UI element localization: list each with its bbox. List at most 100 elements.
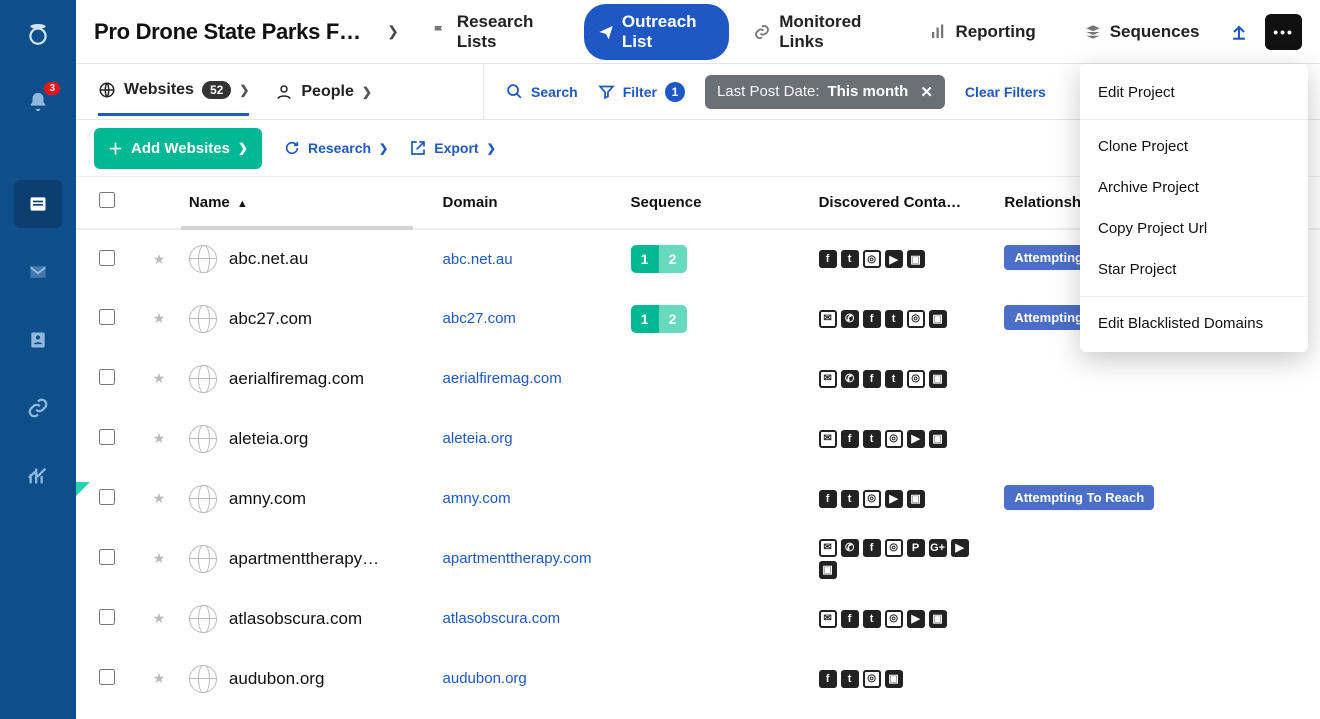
row-checkbox[interactable] (99, 309, 115, 325)
mail-icon[interactable]: ✉ (819, 310, 837, 328)
tv-icon[interactable]: ▣ (929, 430, 947, 448)
tw-icon[interactable]: t (841, 670, 859, 688)
select-all-checkbox[interactable] (99, 192, 115, 208)
domain-link[interactable]: aerialfiremag.com (443, 370, 562, 387)
project-title[interactable]: Pro Drone State Parks From … (94, 19, 369, 45)
fb-icon[interactable]: f (841, 610, 859, 628)
fb-icon[interactable]: f (841, 430, 859, 448)
ig-icon[interactable]: ◎ (885, 430, 903, 448)
search-button[interactable]: Search (506, 83, 578, 100)
fb-icon[interactable]: f (819, 490, 837, 508)
star-icon[interactable]: ★ (153, 251, 166, 267)
menu-edit-blacklist[interactable]: Edit Blacklisted Domains (1080, 303, 1308, 344)
filter-button[interactable]: Filter 1 (598, 82, 685, 102)
add-websites-button[interactable]: ＋ Add Websites ❯ (94, 128, 262, 169)
ig-icon[interactable]: ◎ (885, 539, 903, 557)
table-row[interactable]: ★amny.comamny.comft◎▶▣Attempting To Reac… (76, 469, 1320, 529)
notifications-icon[interactable]: 3 (14, 78, 62, 126)
star-icon[interactable]: ★ (153, 430, 166, 446)
relationship-stage-badge[interactable]: Attempting To Reach (1004, 485, 1154, 510)
ig-icon[interactable]: ◎ (885, 610, 903, 628)
star-icon[interactable]: ★ (153, 310, 166, 326)
table-row[interactable]: ★apartmenttherapy…apartmenttherapy.com✉✆… (76, 529, 1320, 589)
menu-copy-url[interactable]: Copy Project Url (1080, 208, 1308, 249)
ig-icon[interactable]: ◎ (863, 670, 881, 688)
yt-icon[interactable]: ▶ (885, 250, 903, 268)
row-checkbox[interactable] (99, 609, 115, 625)
tv-icon[interactable]: ▣ (819, 561, 837, 579)
table-row[interactable]: ★atlasobscura.comatlasobscura.com✉ft◎▶▣ (76, 589, 1320, 649)
export-menu[interactable]: Export ❯ (410, 140, 496, 156)
nav-sequences[interactable]: Sequences (1070, 14, 1214, 50)
ig-icon[interactable]: ◎ (863, 490, 881, 508)
app-logo[interactable] (14, 10, 62, 58)
menu-archive-project[interactable]: Archive Project (1080, 167, 1308, 208)
rail-item-links[interactable] (14, 384, 62, 432)
rail-item-contacts[interactable] (14, 316, 62, 364)
fb-icon[interactable]: f (863, 370, 881, 388)
yt-icon[interactable]: ▶ (951, 539, 969, 557)
domain-link[interactable]: amny.com (443, 490, 511, 507)
table-row[interactable]: ★aleteia.orgaleteia.org✉ft◎▶▣ (76, 409, 1320, 469)
clear-filters[interactable]: Clear Filters (965, 84, 1046, 100)
tw-icon[interactable]: t (841, 250, 859, 268)
ig-icon[interactable]: ◎ (863, 250, 881, 268)
domain-link[interactable]: atlasobscura.com (443, 610, 561, 627)
rail-item-projects[interactable] (14, 180, 62, 228)
menu-clone-project[interactable]: Clone Project (1080, 126, 1308, 167)
yt-icon[interactable]: ▶ (885, 490, 903, 508)
menu-star-project[interactable]: Star Project (1080, 249, 1308, 290)
domain-link[interactable]: abc.net.au (443, 251, 513, 268)
upload-icon[interactable] (1223, 14, 1255, 50)
star-icon[interactable]: ★ (153, 550, 166, 566)
menu-edit-project[interactable]: Edit Project (1080, 72, 1308, 113)
gp-icon[interactable]: G+ (929, 539, 947, 557)
nav-reporting[interactable]: Reporting (915, 14, 1049, 50)
col-header-contacts[interactable]: Discovered Conta… (811, 177, 997, 229)
tw-icon[interactable]: t (863, 430, 881, 448)
mail-icon[interactable]: ✉ (819, 539, 837, 557)
mail-icon[interactable]: ✉ (819, 610, 837, 628)
nav-monitored-links[interactable]: Monitored Links (739, 4, 905, 60)
domain-link[interactable]: audubon.org (443, 670, 527, 687)
sequence-badges[interactable]: 12 (631, 245, 803, 273)
sequence-badges[interactable]: 12 (631, 305, 803, 333)
pin-icon[interactable]: P (907, 539, 925, 557)
tv-icon[interactable]: ▣ (929, 610, 947, 628)
tw-icon[interactable]: t (841, 490, 859, 508)
chip-close-icon[interactable]: ✕ (920, 83, 933, 101)
row-checkbox[interactable] (99, 369, 115, 385)
star-icon[interactable]: ★ (153, 490, 166, 506)
tw-icon[interactable]: t (885, 370, 903, 388)
tv-icon[interactable]: ▣ (885, 670, 903, 688)
tv-icon[interactable]: ▣ (907, 490, 925, 508)
nav-research-lists[interactable]: Research Lists (417, 4, 574, 60)
filter-chip-last-post-date[interactable]: Last Post Date: This month ✕ (705, 75, 945, 109)
col-header-sequence[interactable]: Sequence (623, 177, 811, 229)
fb-icon[interactable]: f (863, 310, 881, 328)
col-header-name[interactable]: Name ▲ (181, 177, 435, 229)
tv-icon[interactable]: ▣ (907, 250, 925, 268)
row-checkbox[interactable] (99, 250, 115, 266)
ig-icon[interactable]: ◎ (907, 370, 925, 388)
table-row[interactable]: ★audubon.orgaudubon.orgft◎▣ (76, 649, 1320, 709)
yt-icon[interactable]: ▶ (907, 610, 925, 628)
star-icon[interactable]: ★ (153, 670, 166, 686)
domain-link[interactable]: apartmenttherapy.com (443, 550, 592, 567)
nav-outreach-list[interactable]: Outreach List (584, 4, 729, 60)
row-checkbox[interactable] (99, 429, 115, 445)
star-icon[interactable]: ★ (153, 610, 166, 626)
more-menu-button[interactable]: ••• (1265, 14, 1302, 50)
ig-icon[interactable]: ◎ (907, 310, 925, 328)
col-header-domain[interactable]: Domain (435, 177, 623, 229)
table-row[interactable]: ★aerialfiremag.comaerialfiremag.com✉✆ft◎… (76, 349, 1320, 409)
tv-icon[interactable]: ▣ (929, 310, 947, 328)
tab-websites[interactable]: Websites 52 ❯ (98, 67, 249, 116)
phone-icon[interactable]: ✆ (841, 310, 859, 328)
fb-icon[interactable]: f (819, 670, 837, 688)
mail-icon[interactable]: ✉ (819, 430, 837, 448)
tw-icon[interactable]: t (863, 610, 881, 628)
row-checkbox[interactable] (99, 549, 115, 565)
rail-item-analytics[interactable] (14, 452, 62, 500)
yt-icon[interactable]: ▶ (907, 430, 925, 448)
